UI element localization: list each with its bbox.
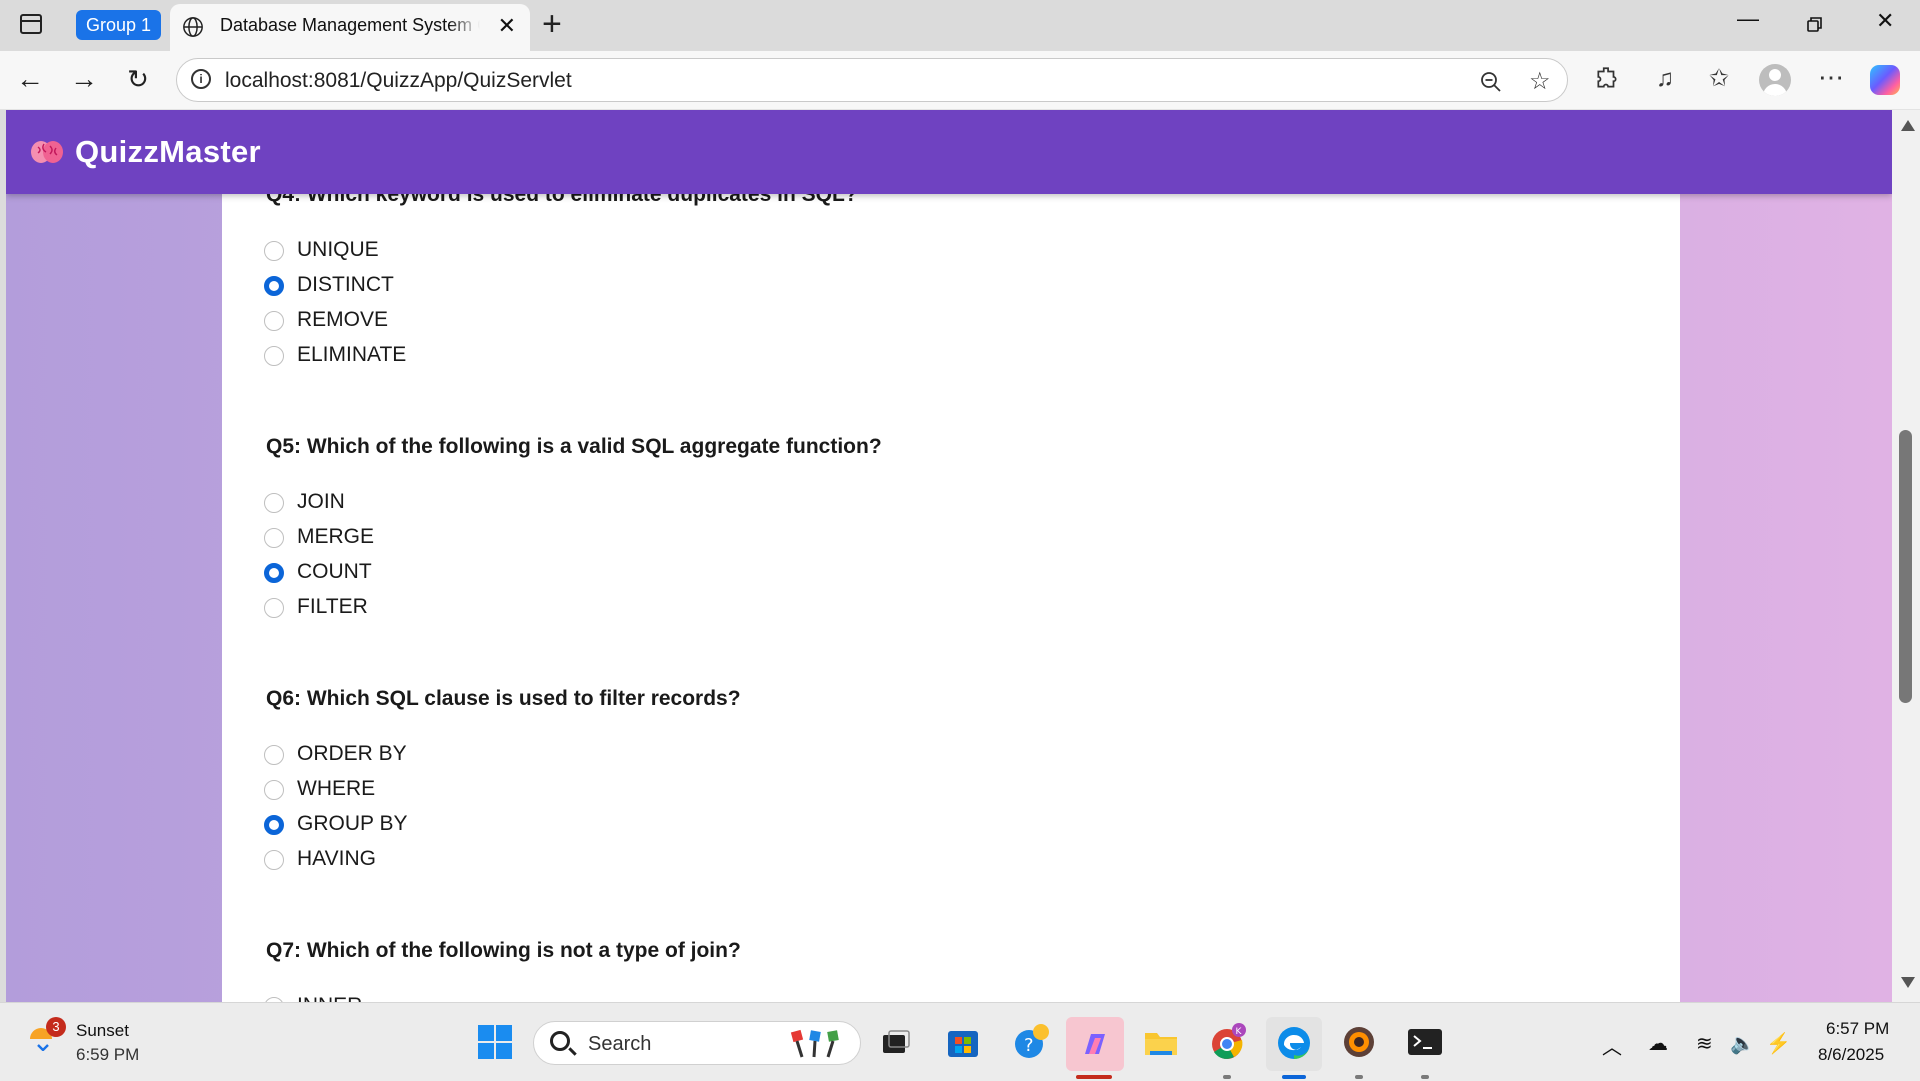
close-window-icon[interactable]: ✕ bbox=[1876, 8, 1894, 34]
paint-brushes-icon bbox=[790, 1029, 839, 1058]
scrollbar-thumb[interactable] bbox=[1899, 430, 1912, 703]
weather-title[interactable]: Sunset bbox=[76, 1021, 129, 1041]
battery-charging-icon[interactable]: ⚡ bbox=[1766, 1031, 1791, 1056]
tab-actions-icon[interactable] bbox=[20, 14, 42, 34]
address-bar[interactable]: i localhost:8081/QuizzApp/QuizServlet ☆ bbox=[176, 58, 1568, 102]
option-label[interactable]: MERGE bbox=[297, 525, 374, 549]
radio-button[interactable] bbox=[264, 493, 284, 513]
new-tab-icon[interactable]: + bbox=[542, 6, 562, 42]
radio-button-selected[interactable] bbox=[264, 563, 284, 583]
tab-group-chip[interactable]: Group 1 bbox=[76, 10, 162, 40]
copilot-app-icon bbox=[1085, 1034, 1105, 1054]
radio-button[interactable] bbox=[264, 311, 284, 331]
copilot-icon[interactable] bbox=[1870, 65, 1900, 95]
option-label[interactable]: HAVING bbox=[297, 847, 376, 871]
show-hidden-icons-chevron-icon[interactable]: ︿ bbox=[1602, 1031, 1622, 1060]
file-explorer-icon[interactable] bbox=[1142, 1023, 1180, 1061]
question-text: Q6: Which SQL clause is used to filter r… bbox=[266, 687, 741, 710]
chrome-icon[interactable]: K bbox=[1208, 1023, 1246, 1061]
terminal-icon[interactable] bbox=[1406, 1023, 1444, 1061]
browser-tab-bar: Group 1 Database Management System Quiz … bbox=[0, 0, 1920, 51]
svg-text:?: ? bbox=[1024, 1035, 1034, 1056]
radio-button[interactable] bbox=[264, 241, 284, 261]
option-label[interactable]: ORDER BY bbox=[297, 742, 407, 766]
radio-button[interactable] bbox=[264, 598, 284, 618]
volume-icon[interactable]: 🔈 bbox=[1730, 1031, 1755, 1056]
favorites-icon[interactable]: ✩ bbox=[1709, 63, 1729, 95]
forward-icon[interactable]: → bbox=[68, 63, 100, 95]
favorite-star-icon[interactable]: ☆ bbox=[1529, 67, 1551, 96]
edge-active-indicator bbox=[1282, 1075, 1306, 1079]
microsoft-store-icon[interactable] bbox=[944, 1023, 982, 1061]
tab-title: Database Management System Quiz bbox=[220, 15, 480, 35]
globe-icon bbox=[183, 17, 203, 37]
copilot-app-tile[interactable] bbox=[1066, 1017, 1124, 1071]
notification-badge: 3 bbox=[46, 1017, 66, 1037]
windows-start-icon[interactable] bbox=[476, 1023, 514, 1061]
scroll-down-arrow-icon[interactable] bbox=[1901, 977, 1915, 988]
radio-button[interactable] bbox=[264, 745, 284, 765]
minimize-icon[interactable]: — bbox=[1737, 6, 1759, 32]
profile-avatar[interactable] bbox=[1759, 64, 1791, 96]
option-label[interactable]: WHERE bbox=[297, 777, 375, 801]
more-options-icon[interactable]: ⋯ bbox=[1818, 61, 1844, 93]
get-help-icon[interactable]: ? bbox=[1012, 1023, 1050, 1061]
windows-taskbar: 3 Sunset 6:59 PM Search ? K ︿ ☁ ≋ 🔈 ⚡ 6:… bbox=[0, 1002, 1920, 1081]
option-label[interactable]: JOIN bbox=[297, 490, 345, 514]
onedrive-cloud-icon[interactable]: ☁ bbox=[1648, 1031, 1668, 1056]
tab-close-icon[interactable]: ✕ bbox=[498, 14, 516, 38]
app-header: QuizzMaster bbox=[6, 110, 1892, 194]
radio-button[interactable] bbox=[264, 850, 284, 870]
clock-time[interactable]: 6:57 PM bbox=[1826, 1019, 1889, 1039]
search-placeholder: Search bbox=[588, 1033, 652, 1055]
brain-icon bbox=[31, 141, 63, 163]
quiz-card: Q4: Which keyword is used to eliminate d… bbox=[222, 170, 1680, 1002]
taskbar-search-box[interactable]: Search bbox=[533, 1021, 861, 1065]
back-icon[interactable]: ← bbox=[14, 63, 46, 95]
search-icon bbox=[550, 1031, 570, 1051]
radio-button-selected[interactable] bbox=[264, 276, 284, 296]
url-text[interactable]: localhost:8081/QuizzApp/QuizServlet bbox=[225, 69, 572, 93]
edge-icon bbox=[1278, 1027, 1310, 1060]
edge-app-tile[interactable] bbox=[1266, 1017, 1322, 1071]
radio-button[interactable] bbox=[264, 346, 284, 366]
radio-button[interactable] bbox=[264, 528, 284, 548]
chrome-running-indicator bbox=[1223, 1075, 1231, 1079]
question-text: Q5: Which of the following is a valid SQ… bbox=[266, 435, 882, 458]
scroll-up-arrow-icon[interactable] bbox=[1901, 120, 1915, 131]
option-label[interactable]: REMOVE bbox=[297, 308, 388, 332]
question-text: Q7: Which of the following is not a type… bbox=[266, 939, 741, 962]
copilot-active-indicator bbox=[1076, 1075, 1112, 1079]
option-label[interactable]: INNER bbox=[297, 994, 362, 1002]
wifi-icon[interactable]: ≋ bbox=[1696, 1031, 1713, 1056]
option-label[interactable]: DISTINCT bbox=[297, 273, 394, 297]
settings-gear-app-icon[interactable] bbox=[1340, 1023, 1378, 1061]
zoom-out-icon[interactable] bbox=[1479, 70, 1503, 94]
option-label[interactable]: ELIMINATE bbox=[297, 343, 406, 367]
radio-button[interactable] bbox=[264, 780, 284, 800]
restore-icon[interactable] bbox=[1806, 16, 1824, 34]
page-viewport: Q4: Which keyword is used to eliminate d… bbox=[6, 110, 1892, 1002]
browser-toolbar: ← → ↻ i localhost:8081/QuizzApp/QuizServ… bbox=[0, 51, 1920, 110]
read-aloud-icon[interactable]: ♫ bbox=[1656, 63, 1674, 95]
clock-date[interactable]: 8/6/2025 bbox=[1818, 1045, 1884, 1065]
weather-time[interactable]: 6:59 PM bbox=[76, 1045, 139, 1065]
brand-title: QuizzMaster bbox=[75, 134, 261, 169]
option-label[interactable]: COUNT bbox=[297, 560, 372, 584]
option-label[interactable]: FILTER bbox=[297, 595, 368, 619]
option-label[interactable]: UNIQUE bbox=[297, 238, 379, 262]
active-tab[interactable]: Database Management System Quiz ✕ bbox=[170, 4, 530, 51]
gear-app-running-indicator bbox=[1355, 1075, 1363, 1079]
refresh-icon[interactable]: ↻ bbox=[122, 63, 154, 95]
radio-button-selected[interactable] bbox=[264, 815, 284, 835]
task-view-icon[interactable] bbox=[877, 1023, 915, 1061]
extensions-icon[interactable] bbox=[1594, 65, 1620, 91]
terminal-running-indicator bbox=[1421, 1075, 1429, 1079]
page-scrollbar[interactable] bbox=[1892, 110, 1920, 1002]
option-label[interactable]: GROUP BY bbox=[297, 812, 407, 836]
site-info-icon[interactable]: i bbox=[191, 69, 211, 89]
